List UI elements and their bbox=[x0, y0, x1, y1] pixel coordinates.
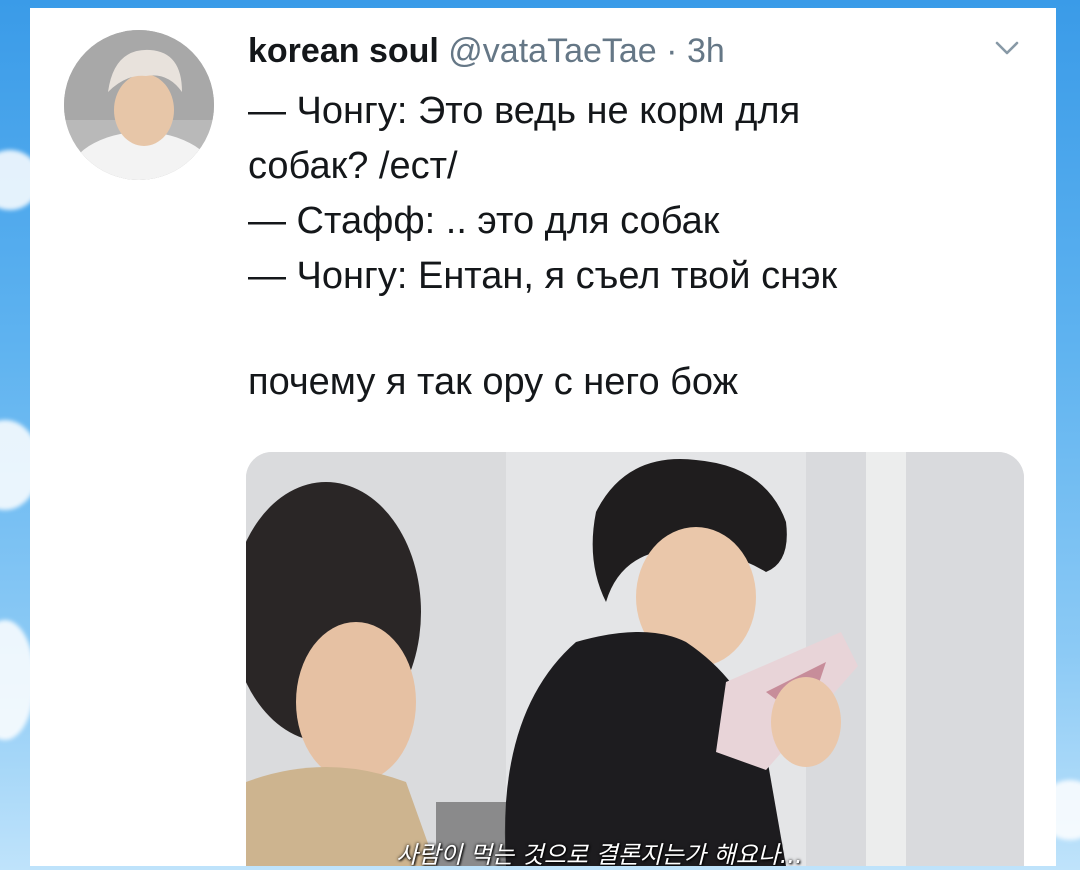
tweet-line: почему я так ору с него бож bbox=[248, 361, 739, 403]
tweet-card[interactable]: korean soul @vataTaeTae · 3h — Чонгу: Эт… bbox=[30, 8, 1056, 866]
separator-dot: · bbox=[666, 32, 678, 70]
tweet-line: собак? /ест/ bbox=[248, 145, 458, 187]
chevron-down-icon[interactable] bbox=[994, 38, 1020, 58]
tweet-line: — Стафф: .. это для собак bbox=[248, 200, 720, 242]
video-still-image bbox=[246, 452, 1024, 866]
tweet-media[interactable]: 사람이 먹는 것으로 결론지는가 해요나... bbox=[246, 452, 1024, 866]
user-handle[interactable]: @vataTaeTae bbox=[448, 32, 656, 70]
tweet-header: korean soul @vataTaeTae · 3h bbox=[248, 32, 725, 71]
tweet-line: — Чонгу: Это ведь не корм для bbox=[248, 90, 801, 132]
video-subtitle: 사람이 먹는 것으로 결론지는가 해요나... bbox=[396, 841, 803, 866]
tweet-line bbox=[248, 304, 837, 355]
display-name[interactable]: korean soul bbox=[248, 32, 439, 70]
tweet-line: — Чонгу: Ентан, я съел твой снэк bbox=[248, 255, 838, 297]
avatar[interactable] bbox=[64, 30, 214, 180]
tweet-time[interactable]: 3h bbox=[687, 32, 725, 70]
tweet-text: — Чонгу: Это ведь не корм для собак? /ес… bbox=[248, 84, 837, 410]
